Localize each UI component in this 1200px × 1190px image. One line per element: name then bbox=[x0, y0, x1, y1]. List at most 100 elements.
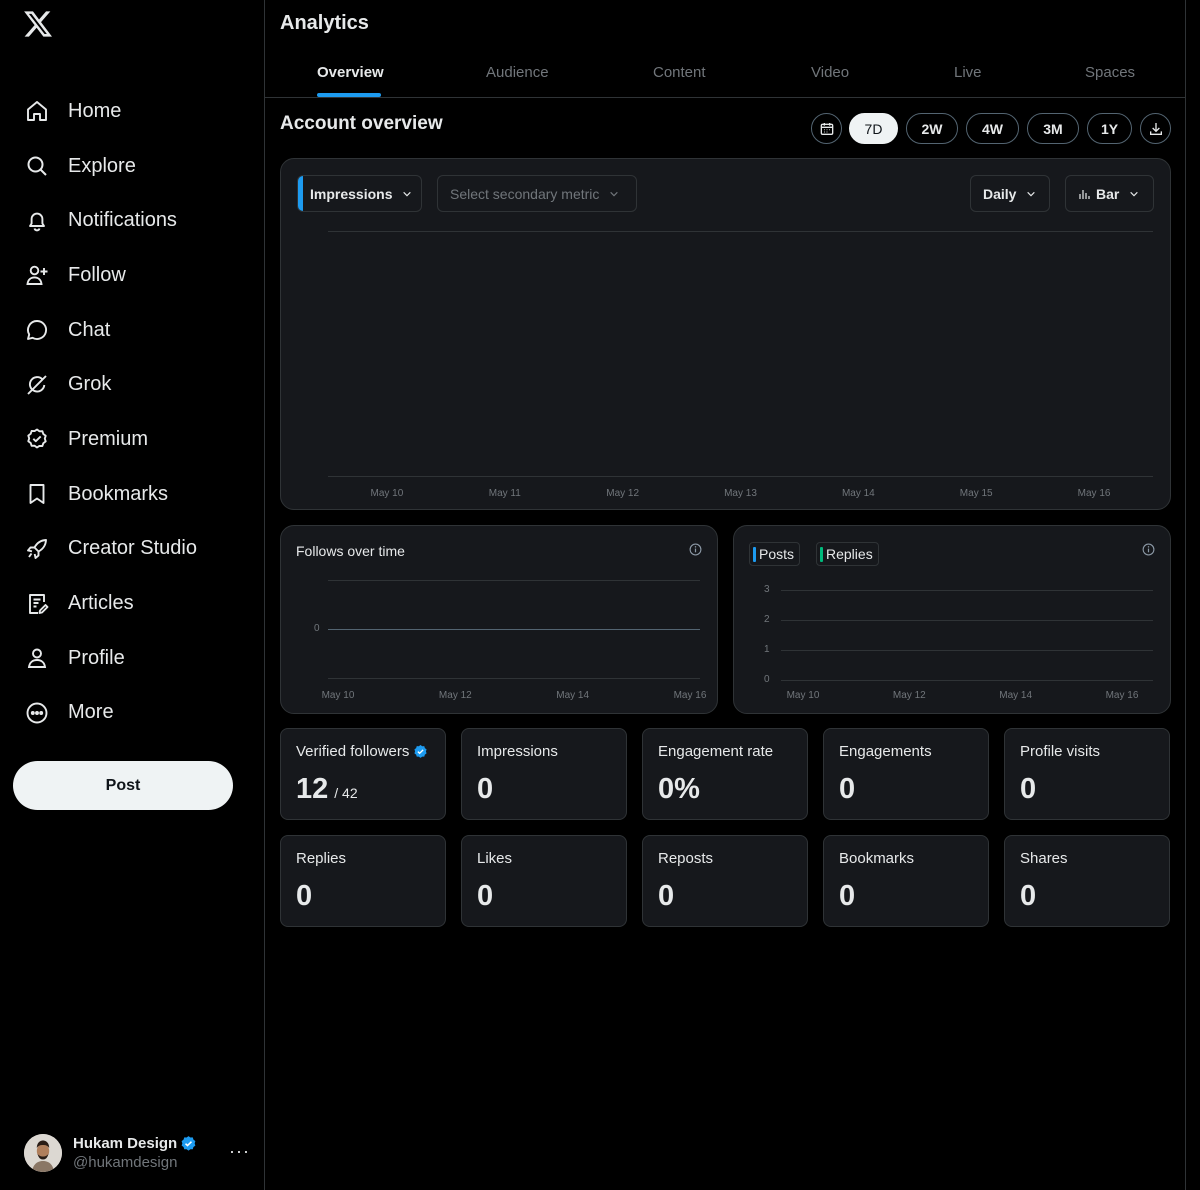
nav-item-bookmarks[interactable]: Bookmarks bbox=[12, 467, 252, 522]
stat-value: 0 bbox=[839, 880, 855, 913]
range-7d-button[interactable]: 7D bbox=[849, 113, 898, 144]
x-tick-label: May 10 bbox=[786, 690, 820, 701]
x-tick-label: May 16 bbox=[673, 690, 707, 701]
account-name-row: Hukam Design bbox=[73, 1134, 197, 1153]
stat-label-text: Replies bbox=[296, 850, 347, 867]
more-circle-icon bbox=[24, 700, 50, 726]
bar-chart-icon bbox=[1079, 189, 1090, 199]
account-handle: @hukamdesign bbox=[73, 1154, 178, 1171]
nav-item-home[interactable]: Home bbox=[12, 84, 252, 139]
stat-label-text: Profile visits bbox=[1020, 743, 1101, 760]
main-content: Analytics Overview Audience Content Vide… bbox=[265, 0, 1186, 1190]
follows-chart-card: Follows over time 0 May 10 May 12 May 14 Ma… bbox=[280, 525, 718, 714]
grok-icon bbox=[24, 372, 50, 398]
x-tick-label: May 14 bbox=[841, 488, 875, 499]
stat-card-reposts[interactable]: Reposts 0 bbox=[642, 835, 808, 927]
nav-item-grok[interactable]: Grok bbox=[12, 357, 252, 412]
range-2w-button[interactable]: 2W bbox=[906, 113, 958, 144]
account-switcher[interactable]: Hukam Design @hukamdesign ··· bbox=[24, 1133, 254, 1173]
date-picker-button[interactable] bbox=[811, 113, 842, 144]
gridline bbox=[781, 680, 1153, 681]
stat-card-verified-followers[interactable]: Verified followers 12 / 42 bbox=[280, 728, 446, 820]
x-tick-label: May 10 bbox=[370, 488, 404, 499]
tab-live[interactable]: Live bbox=[954, 64, 982, 81]
range-4w-button[interactable]: 4W bbox=[966, 113, 1019, 144]
premium-badge-icon bbox=[24, 426, 50, 452]
bookmark-icon bbox=[24, 481, 50, 507]
stat-card-likes[interactable]: Likes 0 bbox=[461, 835, 627, 927]
x-tick-label: May 10 bbox=[321, 690, 355, 701]
tab-video[interactable]: Video bbox=[811, 64, 849, 81]
follows-chart-title: Follows over time bbox=[296, 543, 405, 559]
stat-value: 0 bbox=[839, 773, 855, 806]
stat-card-profile-visits[interactable]: Profile visits 0 bbox=[1004, 728, 1170, 820]
stat-value-text: 0 bbox=[1020, 773, 1037, 805]
nav-item-more[interactable]: More bbox=[12, 686, 252, 741]
nav-label: Chat bbox=[68, 318, 111, 341]
nav-item-chat[interactable]: Chat bbox=[12, 303, 252, 358]
export-button[interactable] bbox=[1140, 113, 1171, 144]
gridline bbox=[781, 590, 1153, 591]
nav-label: Profile bbox=[68, 646, 125, 669]
tab-audience[interactable]: Audience bbox=[486, 64, 549, 81]
stat-value-text: 0 bbox=[1020, 880, 1037, 912]
nav-item-notifications[interactable]: Notifications bbox=[12, 193, 252, 248]
nav-label: Home bbox=[68, 99, 122, 122]
primary-metric-dropdown[interactable]: Impressions bbox=[297, 175, 422, 212]
y-tick-label: 3 bbox=[764, 584, 770, 595]
stat-label: Engagements bbox=[839, 743, 932, 760]
chart-type-dropdown[interactable]: Bar bbox=[1065, 175, 1154, 212]
replies-swatch bbox=[820, 547, 823, 562]
stat-card-bookmarks[interactable]: Bookmarks 0 bbox=[823, 835, 989, 927]
x-tick-label: May 12 bbox=[438, 690, 472, 701]
range-1y-button[interactable]: 1Y bbox=[1087, 113, 1132, 144]
sidebar: Home Explore Notifications Follow Chat G… bbox=[0, 0, 265, 1190]
nav-item-explore[interactable]: Explore bbox=[12, 139, 252, 194]
stat-card-impressions[interactable]: Impressions 0 bbox=[461, 728, 627, 820]
stat-card-engagement-rate[interactable]: Engagement rate 0% bbox=[642, 728, 808, 820]
tab-content[interactable]: Content bbox=[653, 64, 706, 81]
legend-replies[interactable]: Replies bbox=[816, 542, 879, 566]
stat-label-text: Impressions bbox=[477, 743, 558, 760]
stat-value: 0 bbox=[477, 880, 493, 913]
more-horizontal-icon[interactable]: ··· bbox=[229, 1141, 250, 1162]
legend-posts[interactable]: Posts bbox=[749, 542, 801, 566]
x-tick-label: May 14 bbox=[556, 690, 590, 701]
stat-value: 0 bbox=[296, 880, 312, 913]
range-3m-button[interactable]: 3M bbox=[1027, 113, 1079, 144]
nav-item-profile[interactable]: Profile bbox=[12, 631, 252, 686]
stat-value: 0 bbox=[1020, 880, 1036, 913]
stat-label: Engagement rate bbox=[658, 743, 773, 760]
nav-label: More bbox=[68, 701, 114, 724]
y-tick-label: 0 bbox=[314, 623, 320, 634]
posts-swatch bbox=[753, 547, 756, 562]
stat-value: 0 bbox=[1020, 773, 1036, 806]
secondary-metric-placeholder: Select secondary metric bbox=[450, 185, 600, 202]
stat-card-engagements[interactable]: Engagements 0 bbox=[823, 728, 989, 820]
nav-item-creator-studio[interactable]: Creator Studio bbox=[12, 522, 252, 577]
interval-dropdown[interactable]: Daily bbox=[970, 175, 1050, 212]
nav-item-articles[interactable]: Articles bbox=[12, 576, 252, 631]
info-icon[interactable] bbox=[1142, 543, 1155, 556]
post-button[interactable]: Post bbox=[13, 761, 233, 810]
stat-card-replies[interactable]: Replies 0 bbox=[280, 835, 446, 927]
secondary-metric-dropdown[interactable]: Select secondary metric bbox=[437, 175, 637, 212]
person-icon bbox=[24, 645, 50, 671]
nav-item-premium[interactable]: Premium bbox=[12, 412, 252, 467]
stat-value-text: 0 bbox=[477, 773, 494, 805]
chevron-down-icon bbox=[610, 191, 619, 196]
tab-spaces[interactable]: Spaces bbox=[1085, 64, 1135, 81]
person-add-icon bbox=[24, 262, 50, 288]
gridline-top bbox=[328, 231, 1153, 232]
interval-label: Daily bbox=[983, 185, 1017, 202]
x-logo-icon[interactable] bbox=[24, 10, 52, 38]
legend-posts-label: Posts bbox=[759, 546, 795, 562]
stat-value-text: 0 bbox=[296, 880, 313, 912]
nav-item-follow[interactable]: Follow bbox=[12, 248, 252, 303]
info-icon[interactable] bbox=[689, 543, 702, 556]
tab-overview[interactable]: Overview bbox=[317, 64, 384, 81]
stat-value: 12 / 42 bbox=[296, 773, 358, 806]
calendar-icon bbox=[820, 122, 833, 135]
stat-label: Verified followers bbox=[296, 743, 428, 760]
stat-card-shares[interactable]: Shares 0 bbox=[1004, 835, 1170, 927]
